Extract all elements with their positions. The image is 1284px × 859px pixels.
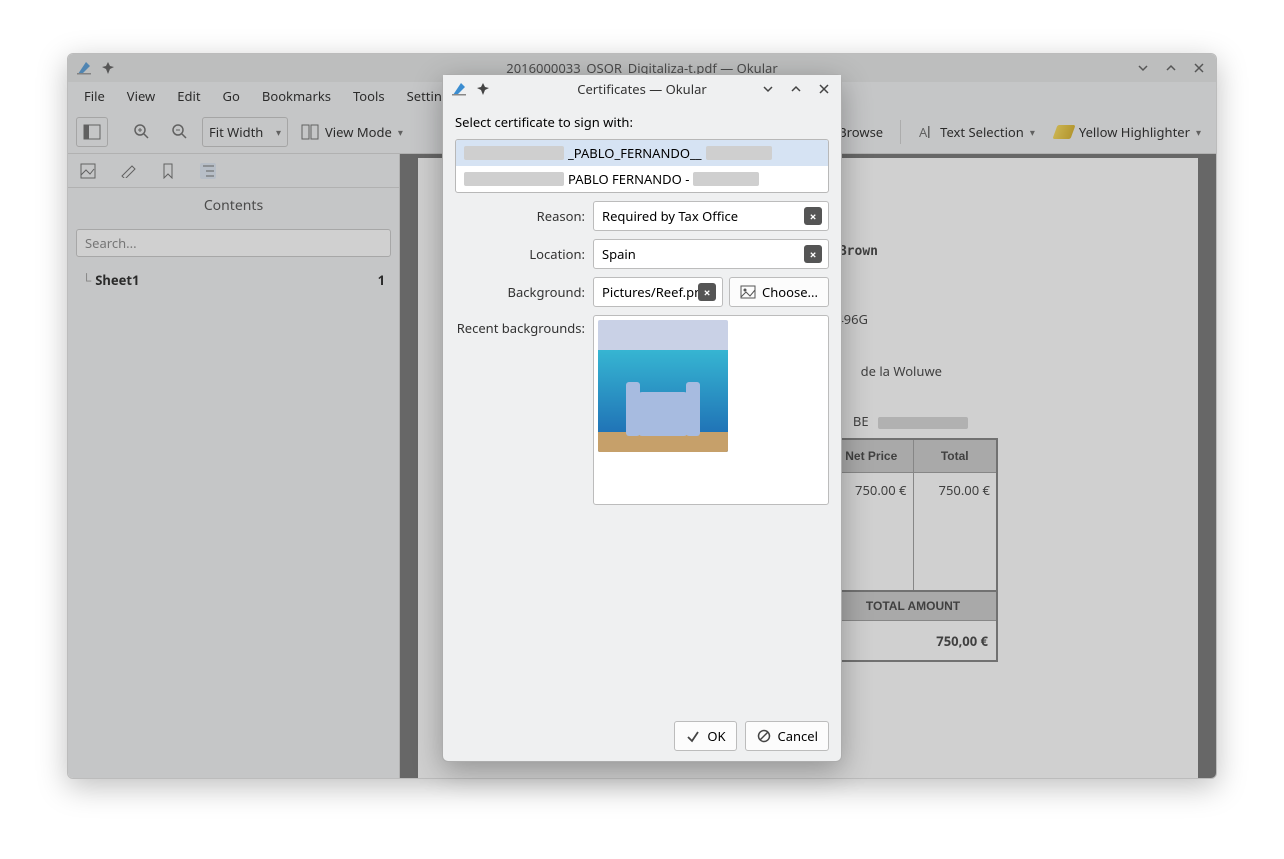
check-icon: [685, 728, 701, 744]
certificates-dialog: Certificates — Okular Select certificate…: [442, 74, 842, 762]
pin-icon[interactable]: [475, 81, 491, 97]
dialog-max-button[interactable]: [785, 80, 807, 98]
reason-label: Reason:: [455, 207, 585, 225]
recent-label: Recent backgrounds:: [455, 315, 585, 337]
location-label: Location:: [455, 245, 585, 263]
certificate-item[interactable]: x PABLO FERNANDO - x: [456, 166, 828, 192]
cancel-icon: [756, 728, 772, 744]
certificate-item[interactable]: x _PABLO_FERNANDO__ x: [456, 140, 828, 166]
clear-icon[interactable]: [698, 283, 716, 301]
app-icon: [451, 81, 467, 97]
dialog-prompt: Select certificate to sign with:: [455, 113, 829, 131]
background-label: Background:: [455, 283, 585, 301]
recent-bg-thumb[interactable]: [598, 320, 728, 452]
choose-button[interactable]: Choose...: [729, 277, 829, 307]
image-icon: [740, 284, 756, 300]
cancel-button[interactable]: Cancel: [745, 721, 829, 751]
dialog-close-button[interactable]: [813, 80, 835, 98]
ok-button[interactable]: OK: [674, 721, 736, 751]
certificate-list[interactable]: x _PABLO_FERNANDO__ x x PABLO FERNANDO -…: [455, 139, 829, 193]
recent-backgrounds-list[interactable]: [593, 315, 829, 505]
dialog-min-button[interactable]: [757, 80, 779, 98]
location-input[interactable]: Spain: [593, 239, 829, 269]
reason-input[interactable]: Required by Tax Office: [593, 201, 829, 231]
background-input[interactable]: Pictures/Reef.png: [593, 277, 723, 307]
clear-icon[interactable]: [804, 245, 822, 263]
clear-icon[interactable]: [804, 207, 822, 225]
